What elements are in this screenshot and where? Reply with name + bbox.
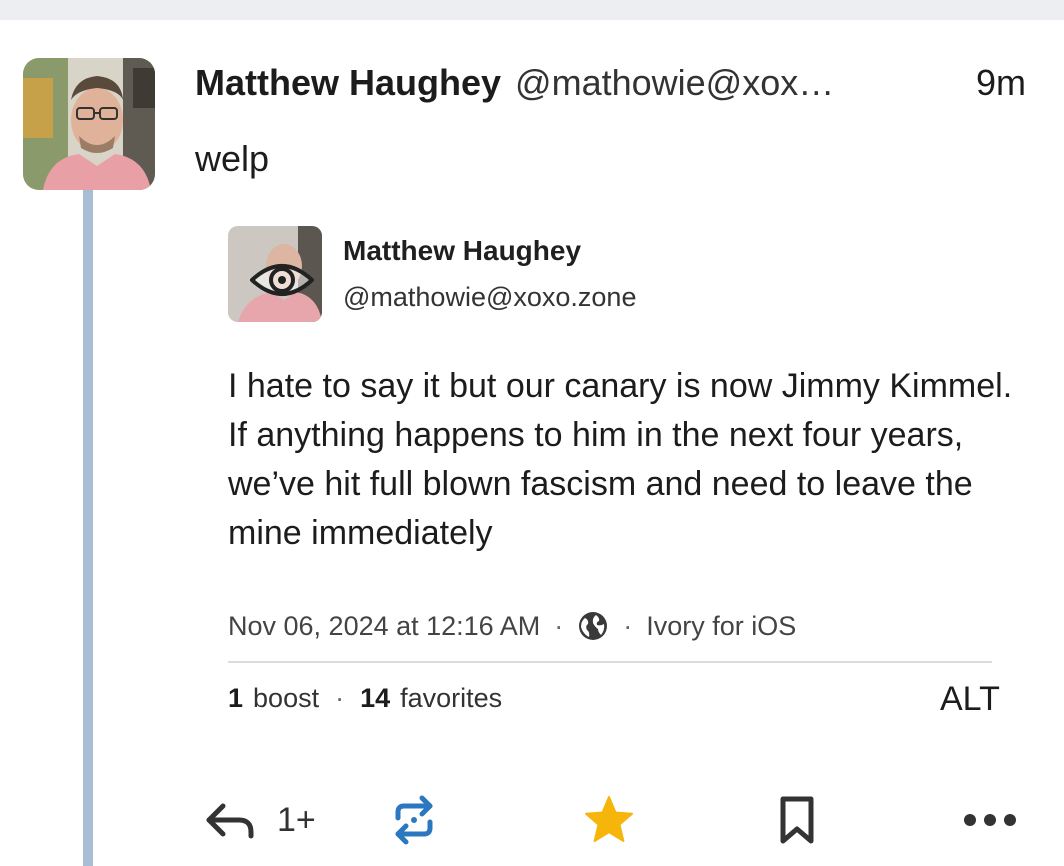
action-bar: 1+ (195, 785, 1035, 855)
separator: · (335, 682, 345, 713)
globe-icon (579, 612, 608, 640)
bookmark-icon (780, 796, 814, 844)
separator: · (554, 610, 564, 641)
reply-button[interactable]: 1+ (203, 785, 316, 855)
alt-badge[interactable]: ALT (940, 680, 1000, 719)
bookmark-button[interactable] (775, 785, 819, 855)
embed-author-name: Matthew Haughey (343, 235, 582, 266)
embed-meta: Nov 06, 2024 at 12:16 AM · · Ivory for i… (228, 606, 796, 646)
embed-body-text: I hate to say it but our canary is now J… (228, 367, 1013, 552)
embed-client: Ivory for iOS (646, 610, 797, 641)
post-time[interactable]: 9m (976, 62, 1026, 104)
divider (228, 661, 992, 663)
embed-avatar (228, 226, 322, 322)
avatar-photo (23, 58, 155, 190)
thread-line (83, 190, 93, 866)
boost-button[interactable] (390, 785, 438, 855)
boost-label: boost (253, 682, 320, 713)
author-name[interactable]: Matthew Haughey (195, 62, 501, 104)
avatar[interactable] (23, 58, 155, 190)
separator: · (623, 610, 633, 641)
embed-stats: 1 boost · 14 favorites (228, 678, 502, 718)
embedded-image[interactable]: Matthew Haughey @mathowie@xoxo.zone I ha… (195, 210, 1025, 755)
favorites-count: 14 (360, 682, 391, 713)
more-button[interactable] (960, 785, 1020, 855)
more-icon (964, 814, 1016, 826)
star-icon (585, 796, 633, 842)
boost-icon (395, 795, 433, 845)
eye-icon[interactable] (250, 258, 314, 302)
reply-count: 1+ (277, 800, 316, 839)
favorite-button[interactable] (583, 785, 635, 855)
author-handle[interactable]: @mathowie@xox… (515, 62, 956, 104)
embed-author-handle: @mathowie@xoxo.zone (343, 282, 637, 312)
reply-icon (206, 803, 254, 839)
embed-timestamp: Nov 06, 2024 at 12:16 AM (228, 610, 541, 641)
top-bar (0, 0, 1064, 20)
boost-count: 1 (228, 682, 244, 713)
post-text: welp (195, 138, 270, 179)
favorites-label: favorites (400, 682, 503, 713)
post-header: Matthew Haughey @mathowie@xox… 9m (195, 58, 1026, 108)
